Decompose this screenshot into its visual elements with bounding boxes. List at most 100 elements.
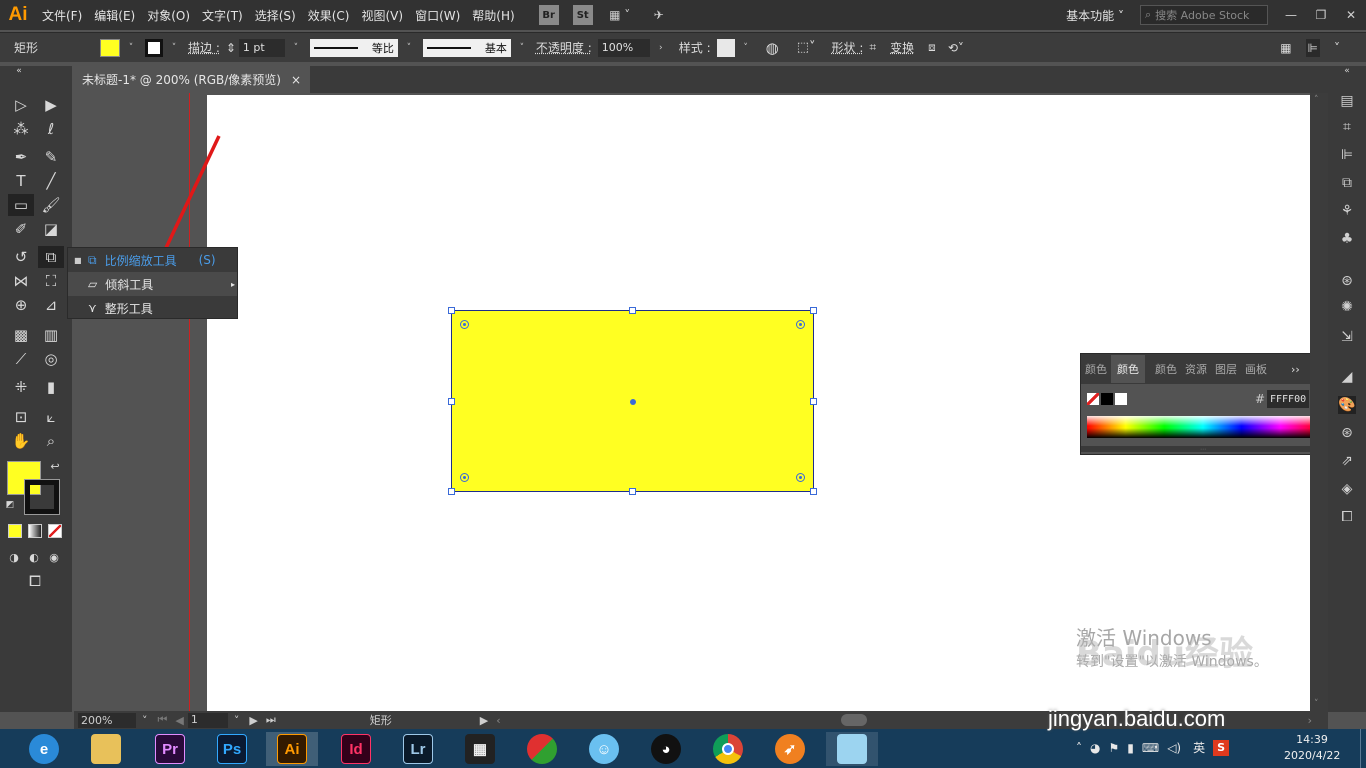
free-transform-tool-icon[interactable]: ⛶ — [38, 270, 64, 292]
recolor-icon[interactable]: ◍ — [766, 39, 779, 57]
graph-tool-icon[interactable]: ▮ — [38, 376, 64, 398]
hex-input[interactable]: FFFF00 — [1267, 390, 1309, 408]
pathfinder-icon[interactable]: ⧉ — [1338, 174, 1356, 192]
menu-view[interactable]: 视图(V) — [355, 7, 409, 24]
stock-search-field[interactable]: ⌕ 搜索 Adobe Stock — [1140, 5, 1268, 25]
arrange-docs-icon[interactable]: ▦ ˅ — [605, 5, 635, 25]
grid-icon[interactable]: ▦ — [1280, 41, 1291, 55]
puppet-icon[interactable]: ⟲˅ — [948, 41, 964, 55]
tab-assets[interactable]: 资源 — [1181, 361, 1211, 377]
minimize-button[interactable]: — — [1276, 5, 1306, 25]
isolate-icon[interactable]: ⧈ — [928, 40, 936, 55]
gpu-rocket-icon[interactable]: ✈ — [647, 5, 671, 25]
resize-handle[interactable] — [448, 398, 455, 405]
close-button[interactable]: ✕ — [1336, 5, 1366, 25]
zoom-tool-icon[interactable]: ⌕ — [38, 430, 64, 452]
stock-button[interactable]: St — [572, 5, 593, 25]
screen-mode-icon[interactable]: ⧠ — [22, 570, 48, 592]
taskbar-media[interactable] — [516, 732, 568, 766]
draw-behind-icon[interactable]: ◐ — [24, 546, 44, 568]
export-icon[interactable]: ⇗ — [1338, 452, 1356, 470]
chevron-down-icon[interactable]: ˅ — [1334, 41, 1340, 55]
tab-color-2[interactable]: 颜色 — [1151, 361, 1181, 377]
resize-handle[interactable] — [810, 398, 817, 405]
taskbar-photoshop[interactable]: Ps — [206, 732, 258, 766]
color-panel-icon[interactable]: 🎨 — [1338, 396, 1356, 414]
color-guide-icon[interactable]: ⊛ — [1338, 424, 1356, 442]
network-icon[interactable]: ⌨ — [1142, 741, 1159, 755]
paintbrush-tool-icon[interactable]: 🖌 — [38, 194, 64, 216]
brush-definition[interactable]: 基本 ˅ — [422, 38, 530, 57]
taskbar-ie[interactable]: e — [18, 732, 70, 766]
flyout-item-shear[interactable]: ▱ 倾斜工具 ▸ — [68, 272, 237, 296]
tab-layers[interactable]: 图层 — [1211, 361, 1241, 377]
menu-effect[interactable]: 效果(C) — [302, 7, 356, 24]
opacity-field[interactable]: 100% › — [597, 38, 669, 57]
width-tool-icon[interactable]: ⋈ — [8, 270, 34, 292]
taskbar-illustrator[interactable]: Ai — [266, 732, 318, 766]
scroll-up-icon[interactable]: ˄ — [1314, 95, 1319, 105]
variable-width-profile[interactable]: 等比 ˅ — [309, 38, 417, 57]
menu-window[interactable]: 窗口(W) — [409, 7, 466, 24]
perspective-grid-tool-icon[interactable]: ⊿ — [38, 294, 64, 316]
battery-icon[interactable]: ▮ — [1127, 741, 1134, 755]
rotate-tool-icon[interactable]: ↺ — [8, 246, 34, 268]
menu-type[interactable]: 文字(T) — [196, 7, 249, 24]
next-artboard-icon[interactable]: ▶ — [249, 714, 257, 727]
taskbar-chrome[interactable] — [702, 732, 754, 766]
status-menu-icon[interactable]: ▶ — [480, 714, 488, 727]
layers-icon[interactable]: ◈ — [1338, 480, 1356, 498]
slice-tool-icon[interactable]: ⟀ — [38, 406, 64, 428]
eyedropper-tool-icon[interactable]: ⟋ — [8, 348, 34, 370]
panel-options-icon[interactable]: ⊫ — [1305, 38, 1320, 57]
transform-label[interactable]: 变换 — [890, 39, 914, 56]
stroke-weight-field[interactable]: ⇕ 1 pt ˅ — [226, 38, 304, 57]
first-artboard-icon[interactable]: ⏮ — [158, 713, 168, 727]
taskbar-files[interactable] — [80, 732, 132, 766]
taskbar-premiere[interactable]: Pr — [144, 732, 196, 766]
corner-radius-widget[interactable] — [796, 320, 805, 329]
draw-inside-icon[interactable]: ◉ — [44, 546, 64, 568]
shape-builder-tool-icon[interactable]: ⊕ — [8, 294, 34, 316]
resize-handle[interactable] — [629, 488, 636, 495]
taskbar-qq[interactable]: ◕ — [640, 732, 692, 766]
stroke-label[interactable]: 描边 : — [188, 39, 220, 56]
mesh-tool-icon[interactable]: ▩ — [8, 324, 34, 346]
taskbar-video[interactable]: ▦ — [454, 732, 506, 766]
last-artboard-icon[interactable]: ⏭ — [266, 713, 276, 727]
artboard-tool-icon[interactable]: ⊡ — [8, 406, 34, 428]
vertical-scrollbar[interactable]: ˄ ˅ — [1310, 93, 1328, 711]
line-tool-icon[interactable]: ╱ — [38, 170, 64, 192]
curvature-tool-icon[interactable]: ✎ — [38, 146, 64, 168]
resize-handle[interactable] — [448, 488, 455, 495]
taskbar-app[interactable] — [826, 732, 878, 766]
tab-artboards[interactable]: 画板 — [1241, 361, 1271, 377]
menu-select[interactable]: 选择(S) — [249, 7, 302, 24]
tab-color-1[interactable]: 颜色 — [1081, 361, 1111, 377]
scroll-right-icon[interactable]: › — [1308, 714, 1312, 727]
symbols-icon[interactable]: ⚘ — [1338, 202, 1356, 220]
type-tool-icon[interactable]: T — [8, 170, 34, 192]
close-tab-icon[interactable]: × — [291, 73, 301, 87]
libraries-icon[interactable]: ▤ — [1338, 92, 1356, 110]
hand-tool-icon[interactable]: ✋ — [8, 430, 34, 452]
draw-normal-icon[interactable]: ◑ — [4, 546, 24, 568]
taskbar-qq-doll[interactable]: ☺ — [578, 732, 630, 766]
flyout-item-scale[interactable]: ■ ⧉ 比例缩放工具 (S) — [68, 248, 237, 272]
resize-handle[interactable] — [629, 307, 636, 314]
shape-label[interactable]: 形状 : — [832, 39, 864, 56]
shape-properties-icon[interactable]: ⌗ — [869, 40, 876, 55]
menu-file[interactable]: 文件(F) — [36, 7, 88, 24]
scroll-down-icon[interactable]: ˅ — [1314, 699, 1319, 709]
more-tabs-icon[interactable]: ›› — [1283, 363, 1308, 376]
resize-handle[interactable] — [810, 488, 817, 495]
taskbar-sogou[interactable]: ➶ — [764, 732, 816, 766]
align-panel-icon[interactable]: ⊫ — [1338, 146, 1356, 164]
resize-handle[interactable] — [448, 307, 455, 314]
bridge-button[interactable]: Br — [538, 5, 559, 25]
menu-object[interactable]: 对象(O) — [141, 7, 196, 24]
resize-handle[interactable] — [810, 307, 817, 314]
scrollbar-thumb[interactable] — [840, 714, 867, 726]
align-icon[interactable]: ⬚˅ — [797, 40, 816, 55]
fill-swatch[interactable]: ˅ — [100, 38, 139, 57]
